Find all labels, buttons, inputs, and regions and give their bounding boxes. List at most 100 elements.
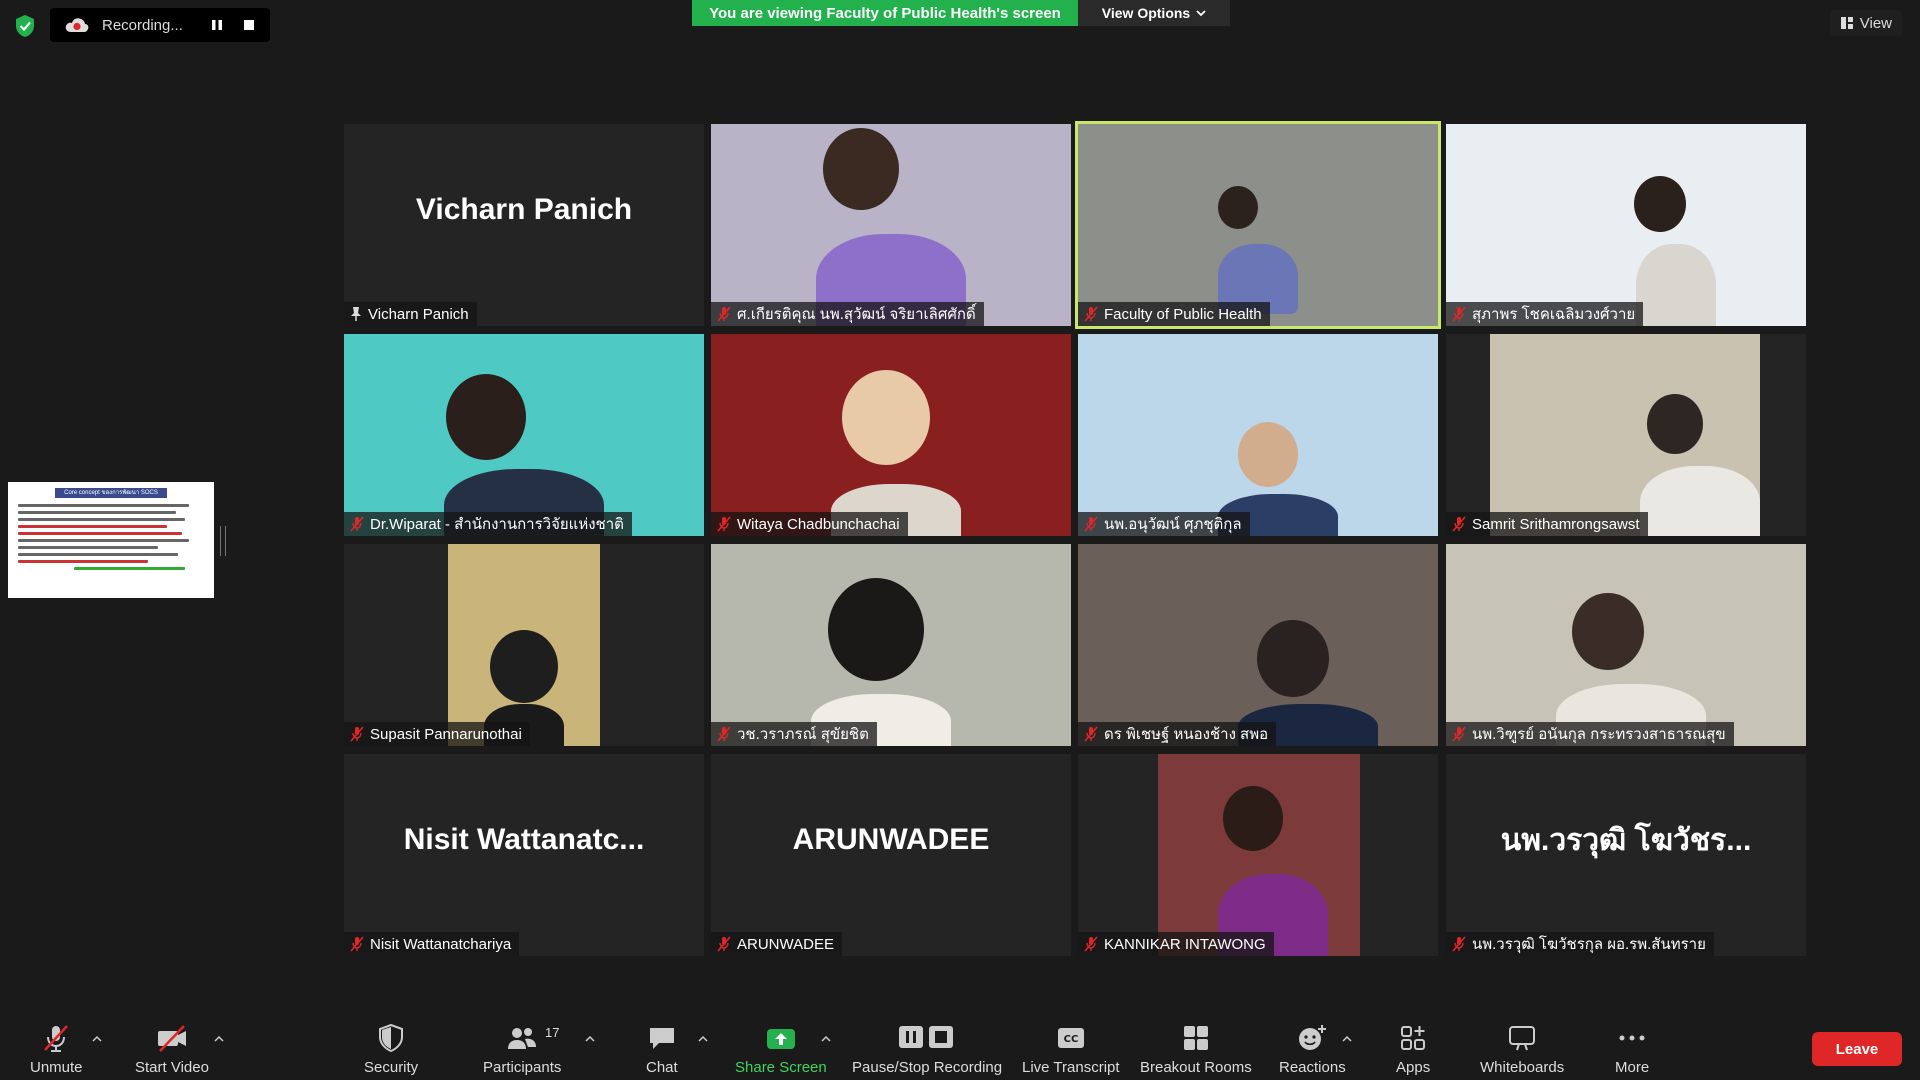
breakout-rooms-icon (1183, 1026, 1208, 1050)
apps-button[interactable]: Apps (1396, 1023, 1430, 1076)
participant-video (1446, 124, 1806, 326)
breakout-rooms-button[interactable]: Breakout Rooms (1140, 1023, 1252, 1076)
slide-text-line (18, 539, 190, 542)
pause-stop-recording-label: Pause/Stop Recording (852, 1059, 1003, 1076)
participant-name: สุภาพร โชคเฉลิมวงศ์วาย (1472, 306, 1636, 323)
participant-name: ดร พิเชษฐ์ หนองช้าง สพอ (1104, 726, 1269, 743)
participant-tile[interactable]: Faculty of Public Health (1075, 121, 1441, 329)
participant-tile[interactable]: ARUNWADEE ARUNWADEE (711, 754, 1071, 956)
slide-text-line (18, 504, 190, 507)
participants-icon (508, 1028, 537, 1049)
participant-name-label: นพ.วิฑูรย์ อนันกุล กระทรวงสาธารณสุข (1446, 722, 1734, 746)
apps-icon (1401, 1026, 1426, 1050)
audio-options-caret-icon[interactable] (92, 1034, 102, 1044)
unmute-label: Unmute (30, 1059, 83, 1076)
participant-tile[interactable]: วช.วราภรณ์ สุขัยชิต (711, 544, 1071, 746)
slide-text-line (18, 525, 167, 528)
participant-tile[interactable]: Witaya Chadbunchachai (711, 334, 1071, 536)
microphone-muted-icon (350, 516, 364, 532)
security-shield-icon (379, 1023, 404, 1053)
participant-name: ศ.เกียรติคุณ นพ.สุวัฒน์ จริยาเลิศศักดิ์ (737, 306, 976, 323)
breakout-rooms-label: Breakout Rooms (1140, 1059, 1252, 1076)
participant-name-label: Samrit Srithamrongsawst (1446, 512, 1648, 536)
view-label: View (1859, 14, 1892, 32)
more-button[interactable]: More (1615, 1023, 1649, 1076)
participant-name-label: Nisit Wattanatchariya (344, 932, 520, 956)
participant-video (1158, 754, 1360, 956)
participant-name: Vicharn Panich (368, 305, 469, 323)
live-transcript-button[interactable]: CC Live Transcript (1022, 1023, 1120, 1076)
participant-name-label: Faculty of Public Health (1078, 302, 1270, 326)
share-screen-button[interactable]: Share Screen (735, 1023, 827, 1076)
participant-tile[interactable]: นพ.อนุวัฒน์ ศุภชุติกุล (1078, 334, 1438, 536)
participant-tile[interactable]: นพ.วิฑูรย์ อนันกุล กระทรวงสาธารณสุข (1446, 544, 1806, 746)
view-options-button[interactable]: View Options (1078, 0, 1230, 26)
participants-options-caret-icon[interactable] (585, 1034, 595, 1044)
participant-tile[interactable]: สุภาพร โชคเฉลิมวงศ์วาย (1446, 124, 1806, 326)
grid-view-icon (1840, 17, 1853, 29)
participant-name-label: Supasit Pannarunothai (344, 722, 530, 746)
microphone-muted-icon (717, 516, 731, 532)
participant-video (711, 124, 1071, 326)
leave-button[interactable]: Leave (1812, 1032, 1902, 1066)
chevron-down-icon (1196, 10, 1206, 17)
pause-stop-recording-button[interactable]: Pause/Stop Recording (852, 1023, 1002, 1076)
viewing-screen-banner: You are viewing Faculty of Public Health… (692, 0, 1078, 26)
more-label: More (1615, 1059, 1650, 1076)
svg-text:CC: CC (1063, 1034, 1078, 1045)
participant-name-label: Dr.Wiparat - สำนักงานการวิจัยแห่งชาติ (344, 512, 632, 536)
chat-options-caret-icon[interactable] (698, 1034, 708, 1044)
chat-button[interactable]: Chat (646, 1023, 678, 1076)
participant-video (1078, 334, 1438, 536)
participant-tile[interactable]: ศ.เกียรติคุณ นพ.สุวัฒน์ จริยาเลิศศักดิ์ (711, 124, 1071, 326)
participant-name: Dr.Wiparat - สำนักงานการวิจัยแห่งชาติ (370, 516, 624, 533)
participant-tile[interactable]: Samrit Srithamrongsawst (1446, 334, 1806, 536)
participant-name: KANNIKAR INTAWONG (1104, 935, 1266, 953)
microphone-muted-icon (1084, 516, 1098, 532)
participant-tile[interactable]: ดร พิเชษฐ์ หนองช้าง สพอ (1078, 544, 1438, 746)
panel-splitter-handle[interactable] (220, 526, 226, 556)
microphone-muted-icon (1452, 936, 1466, 952)
participant-name-label: ดร พิเชษฐ์ หนองช้าง สพอ (1078, 722, 1277, 746)
unmute-button[interactable]: Unmute (30, 1023, 83, 1076)
start-video-button[interactable]: Start Video (135, 1023, 209, 1076)
participant-tile[interactable]: นพ.วรวุฒิ โฆวัชร... นพ.วรวุฒิ โฆวัชรกุล ผ… (1446, 754, 1806, 956)
meeting-toolbar: Unmute Start Video Security Participants… (0, 1004, 1920, 1080)
participant-tile[interactable]: KANNIKAR INTAWONG (1078, 754, 1438, 956)
reactions-options-caret-icon[interactable] (1342, 1034, 1352, 1044)
participant-name: วช.วราภรณ์ สุขัยชิต (737, 726, 869, 743)
participant-name: Samrit Srithamrongsawst (1472, 515, 1640, 533)
security-button[interactable]: Security (364, 1023, 418, 1076)
participant-display-name: Vicharn Panich (415, 193, 633, 226)
participant-tile[interactable]: Vicharn Panich Vicharn Panich (344, 124, 704, 326)
slide-text-line (18, 553, 178, 556)
video-options-caret-icon[interactable] (214, 1034, 224, 1044)
stop-recording-button[interactable] (236, 12, 262, 38)
participant-tile[interactable]: Supasit Pannarunothai (344, 544, 704, 746)
whiteboards-button[interactable]: Whiteboards (1480, 1023, 1564, 1076)
participant-name-label: ARUNWADEE (711, 932, 842, 956)
view-button[interactable]: View (1829, 10, 1902, 36)
pause-recording-button[interactable] (204, 12, 230, 38)
participant-display-name: นพ.วรวุฒิ โฆวัชร... (1500, 823, 1752, 857)
participant-name: ARUNWADEE (737, 935, 834, 953)
microphone-muted-icon (717, 726, 731, 742)
participant-tile[interactable]: Dr.Wiparat - สำนักงานการวิจัยแห่งชาติ (344, 334, 704, 536)
participant-name-label: นพ.อนุวัฒน์ ศุภชุติกุล (1078, 512, 1250, 536)
reactions-button[interactable]: Reactions (1279, 1023, 1346, 1076)
pin-icon (351, 307, 361, 321)
slide-text-line (18, 546, 158, 549)
share-options-caret-icon[interactable] (821, 1034, 831, 1044)
shield-icon[interactable] (14, 14, 36, 38)
reaction-emoji-icon (1299, 1025, 1327, 1050)
microphone-muted-icon (1452, 306, 1466, 322)
apps-label: Apps (1396, 1059, 1431, 1076)
slide-text-line (18, 560, 149, 563)
shared-screen-thumbnail[interactable]: Core concept ของการพัฒนา SOCS (8, 482, 214, 598)
participant-video (1078, 124, 1438, 326)
participant-tile[interactable]: Nisit Wattanatc... Nisit Wattanatchariya (344, 754, 704, 956)
video-camera-off-icon (157, 1025, 186, 1052)
participant-display-name: ARUNWADEE (792, 823, 990, 856)
slide-text-line (18, 518, 186, 521)
participant-name: Supasit Pannarunothai (370, 725, 522, 743)
